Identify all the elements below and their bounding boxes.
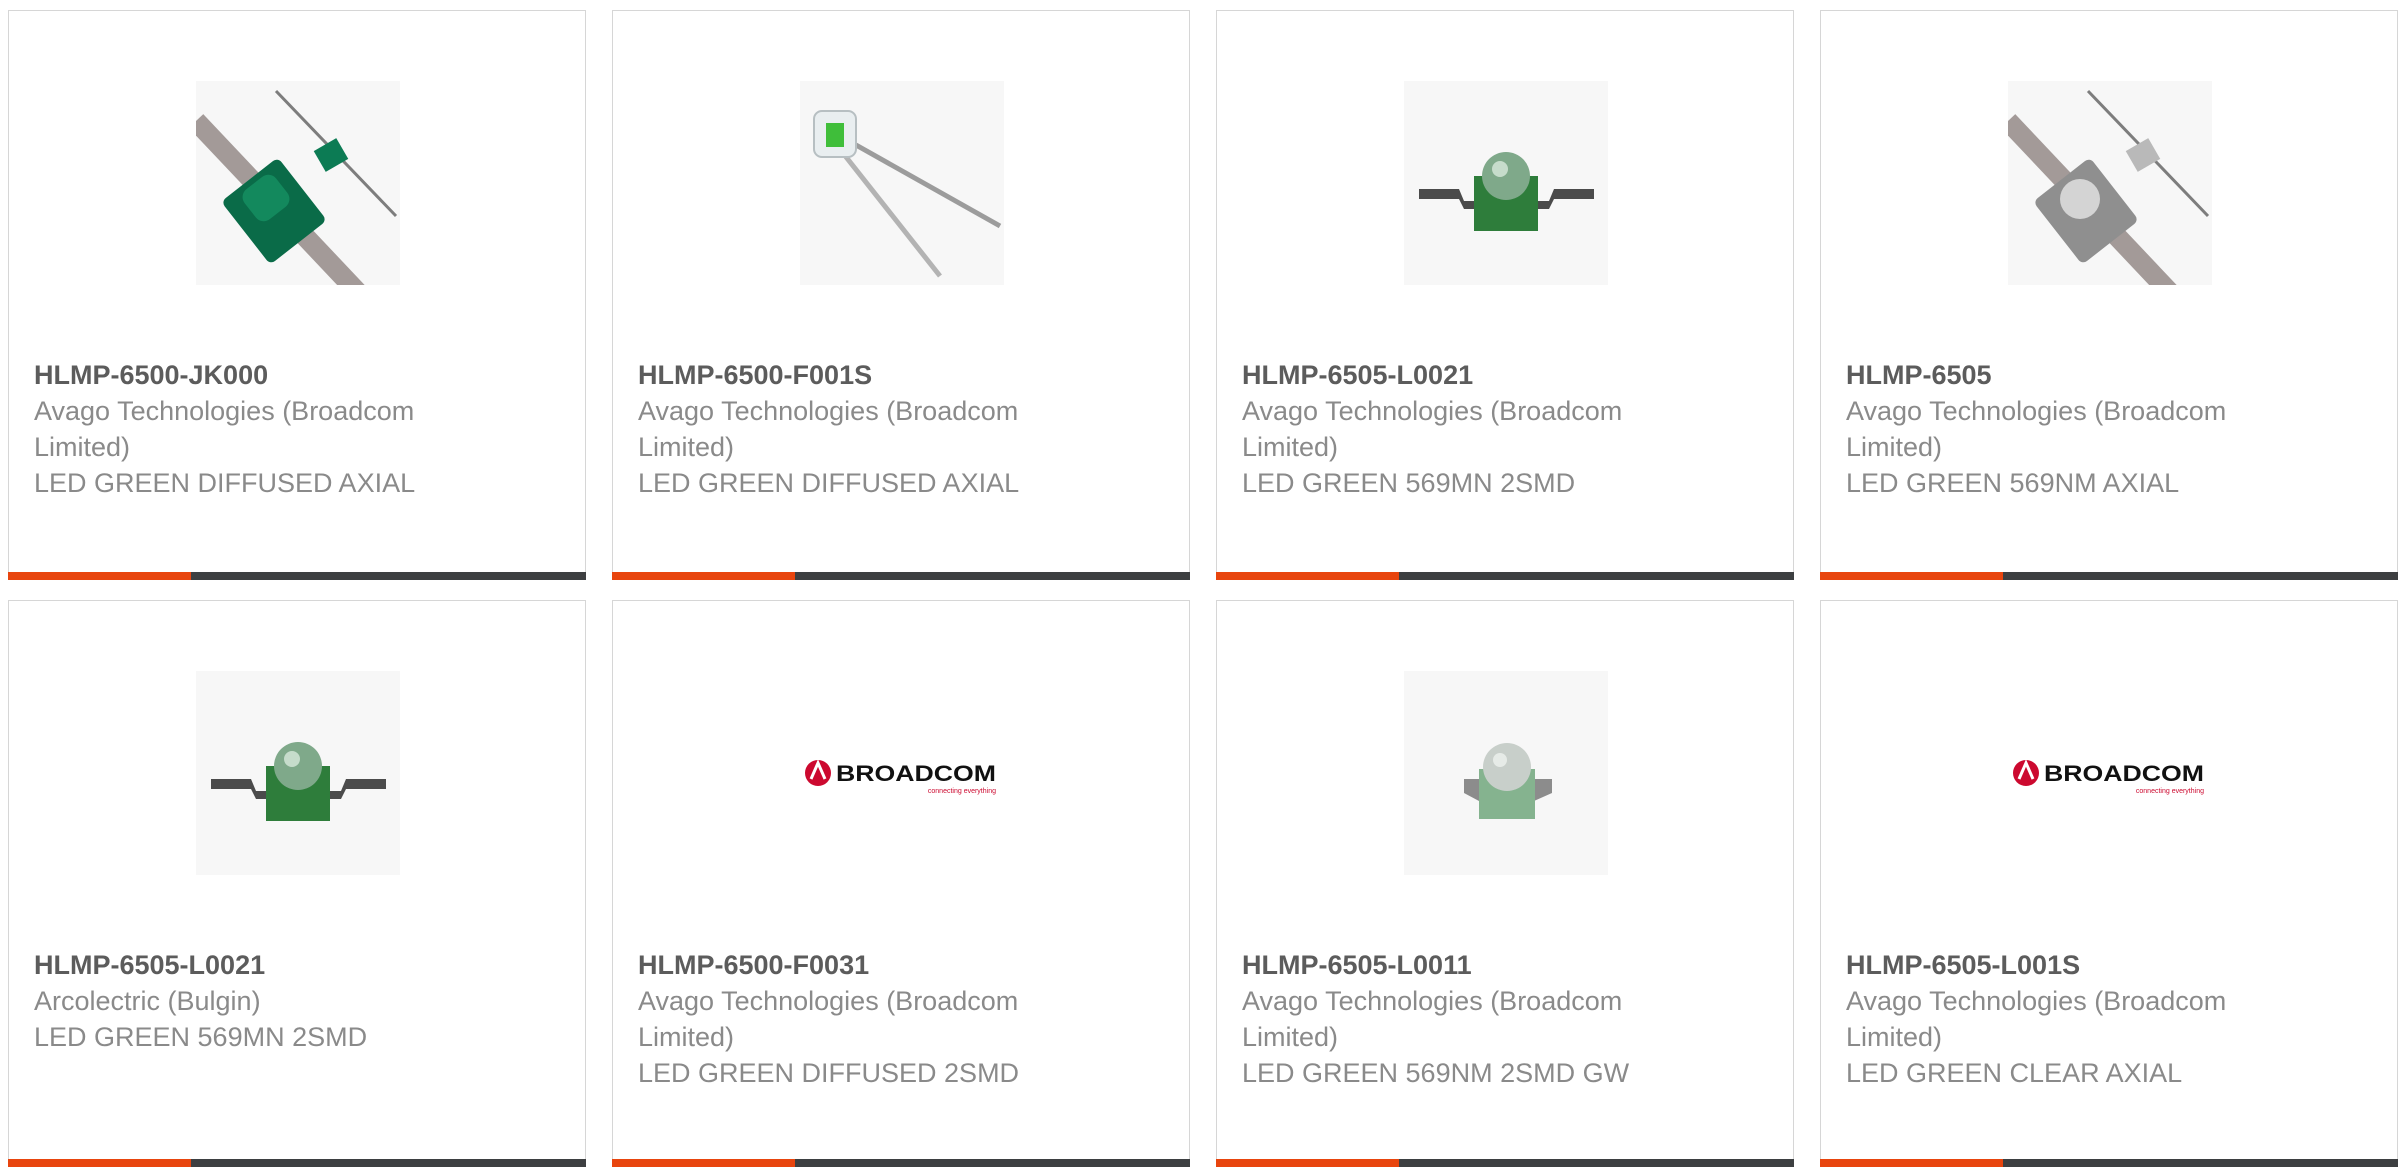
card-footer-bar bbox=[8, 572, 586, 580]
product-info: HLMP-6500-JK000 Avago Technologies (Broa… bbox=[34, 357, 504, 501]
product-image[interactable] bbox=[1404, 81, 1608, 285]
part-number[interactable]: HLMP-6505-L0011 bbox=[1242, 947, 1712, 983]
product-info: HLMP-6505-L0021 Arcolectric (Bulgin) LED… bbox=[34, 947, 504, 1055]
product-card[interactable]: HLMP-6505-L001S Avago Technologies (Broa… bbox=[1820, 600, 2398, 1167]
part-number[interactable]: HLMP-6505 bbox=[1846, 357, 2316, 393]
led-green-axial-tape-icon bbox=[196, 81, 400, 285]
product-grid: HLMP-6500-JK000 Avago Technologies (Broa… bbox=[0, 0, 2400, 1167]
product-image[interactable] bbox=[1404, 671, 1608, 875]
manufacturer: Avago Technologies (Broadcom Limited) bbox=[638, 986, 1019, 1052]
product-card[interactable]: HLMP-6505-L0011 Avago Technologies (Broa… bbox=[1216, 600, 1794, 1167]
card-footer-bar bbox=[612, 572, 1190, 580]
product-image[interactable] bbox=[800, 671, 1004, 875]
led-clear-smd-icon bbox=[1464, 743, 1552, 819]
part-number[interactable]: HLMP-6500-F0031 bbox=[638, 947, 1108, 983]
manufacturer: Avago Technologies (Broadcom Limited) bbox=[1242, 396, 1623, 462]
product-image[interactable] bbox=[196, 671, 400, 875]
part-number[interactable]: HLMP-6505-L001S bbox=[1846, 947, 2316, 983]
card-accent-bar bbox=[1820, 572, 2003, 580]
description: LED GREEN DIFFUSED 2SMD bbox=[638, 1058, 1020, 1088]
led-green-smd-icon bbox=[1419, 152, 1594, 231]
description: LED GREEN 569NM AXIAL bbox=[1846, 468, 2180, 498]
product-card[interactable]: HLMP-6505-L0021 Arcolectric (Bulgin) LED… bbox=[8, 600, 586, 1167]
part-number[interactable]: HLMP-6505-L0021 bbox=[34, 947, 504, 983]
part-number[interactable]: HLMP-6500-F001S bbox=[638, 357, 1108, 393]
description: LED GREEN 569MN 2SMD bbox=[1242, 468, 1576, 498]
card-footer-bar bbox=[1820, 1159, 2398, 1167]
product-info: HLMP-6505-L0011 Avago Technologies (Broa… bbox=[1242, 947, 1712, 1091]
description: LED GREEN 569MN 2SMD bbox=[34, 1022, 368, 1052]
product-image[interactable] bbox=[800, 81, 1004, 285]
manufacturer: Avago Technologies (Broadcom Limited) bbox=[34, 396, 415, 462]
description: LED GREEN CLEAR AXIAL bbox=[1846, 1058, 2183, 1088]
card-accent-bar bbox=[1216, 1159, 1399, 1167]
manufacturer: Avago Technologies (Broadcom Limited) bbox=[638, 396, 1019, 462]
manufacturer: Avago Technologies (Broadcom Limited) bbox=[1846, 986, 2227, 1052]
product-card[interactable]: HLMP-6500-JK000 Avago Technologies (Broa… bbox=[8, 10, 586, 580]
description: LED GREEN DIFFUSED AXIAL bbox=[34, 468, 416, 498]
product-card[interactable]: HLMP-6500-F001S Avago Technologies (Broa… bbox=[612, 10, 1190, 580]
card-accent-bar bbox=[8, 1159, 191, 1167]
product-info: HLMP-6505-L0021 Avago Technologies (Broa… bbox=[1242, 357, 1712, 501]
product-info: HLMP-6505-L001S Avago Technologies (Broa… bbox=[1846, 947, 2316, 1091]
card-footer-bar bbox=[8, 1159, 586, 1167]
manufacturer: Avago Technologies (Broadcom Limited) bbox=[1846, 396, 2227, 462]
card-accent-bar bbox=[612, 572, 795, 580]
led-green-smd-icon bbox=[211, 742, 386, 821]
product-info: HLMP-6505 Avago Technologies (Broadcom L… bbox=[1846, 357, 2316, 501]
description: LED GREEN 569NM 2SMD GW bbox=[1242, 1058, 1630, 1088]
manufacturer: Arcolectric (Bulgin) bbox=[34, 986, 261, 1016]
card-footer-bar bbox=[1820, 572, 2398, 580]
card-footer-bar bbox=[612, 1159, 1190, 1167]
product-card[interactable]: HLMP-6500-F0031 Avago Technologies (Broa… bbox=[612, 600, 1190, 1167]
product-image[interactable] bbox=[2008, 81, 2212, 285]
card-accent-bar bbox=[1820, 1159, 2003, 1167]
part-number[interactable]: HLMP-6500-JK000 bbox=[34, 357, 504, 393]
broadcom-logo bbox=[2011, 758, 2206, 797]
broadcom-logo bbox=[803, 758, 998, 797]
product-card[interactable]: HLMP-6505 Avago Technologies (Broadcom L… bbox=[1820, 10, 2398, 580]
card-footer-bar bbox=[1216, 1159, 1794, 1167]
card-accent-bar bbox=[8, 572, 191, 580]
led-clear-axial-tape-icon bbox=[2008, 81, 2212, 285]
product-info: HLMP-6500-F001S Avago Technologies (Broa… bbox=[638, 357, 1108, 501]
led-green-leads-icon bbox=[800, 81, 1004, 285]
product-card[interactable]: HLMP-6505-L0021 Avago Technologies (Broa… bbox=[1216, 10, 1794, 580]
part-number[interactable]: HLMP-6505-L0021 bbox=[1242, 357, 1712, 393]
description: LED GREEN DIFFUSED AXIAL bbox=[638, 468, 1020, 498]
card-accent-bar bbox=[612, 1159, 795, 1167]
manufacturer: Avago Technologies (Broadcom Limited) bbox=[1242, 986, 1623, 1052]
card-accent-bar bbox=[1216, 572, 1399, 580]
product-image[interactable] bbox=[2008, 671, 2212, 875]
card-footer-bar bbox=[1216, 572, 1794, 580]
product-image[interactable] bbox=[196, 81, 400, 285]
product-info: HLMP-6500-F0031 Avago Technologies (Broa… bbox=[638, 947, 1108, 1091]
